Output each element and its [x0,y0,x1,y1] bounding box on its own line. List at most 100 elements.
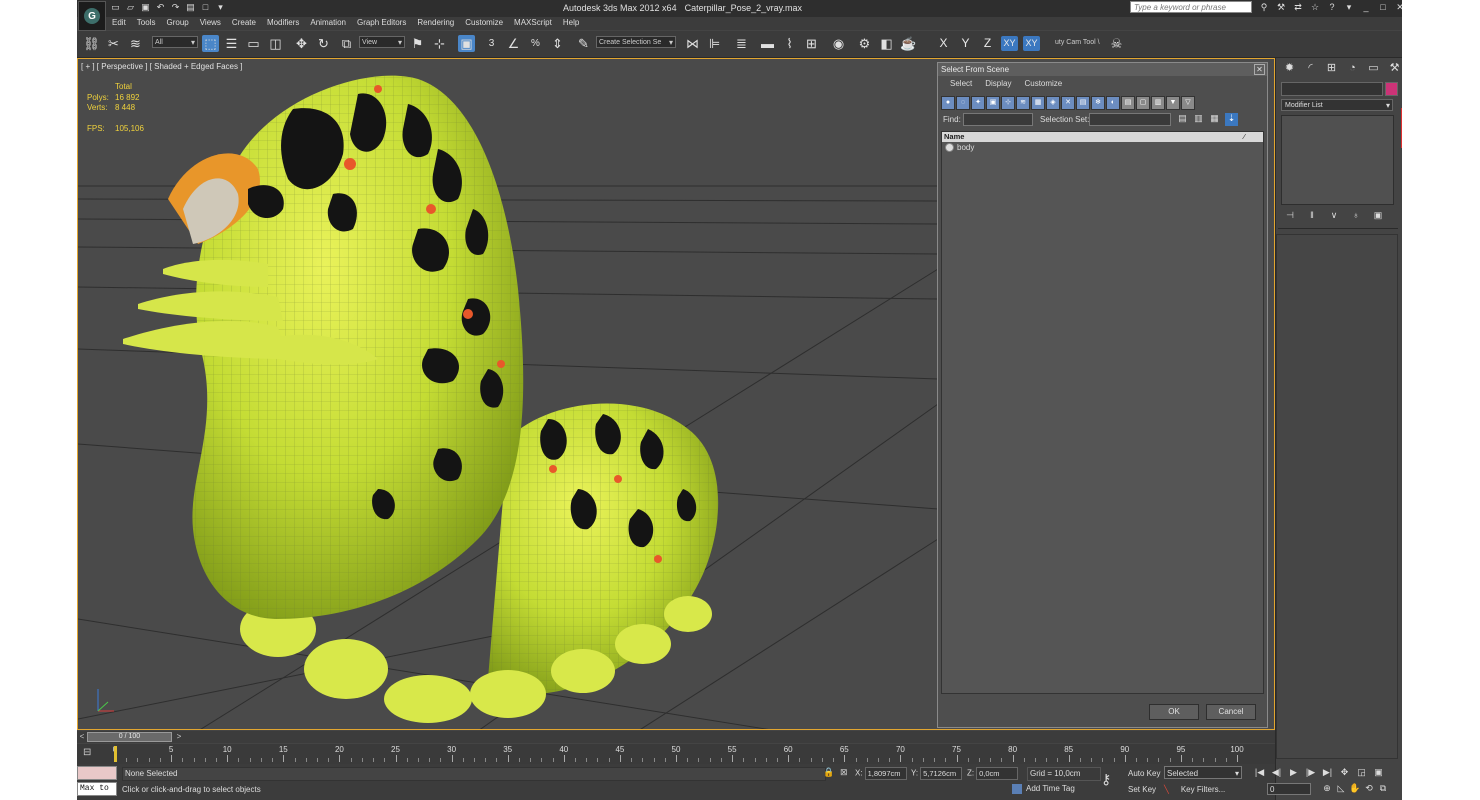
select-none-icon[interactable]: ▥ [1192,113,1205,126]
ok-button[interactable]: OK [1149,704,1199,720]
motion-tab-icon[interactable]: ◔ [1345,61,1360,76]
dialog-menu-customize[interactable]: Customize [1024,79,1062,88]
modify-tab-icon[interactable]: ◜ [1303,61,1318,76]
render-teapot-icon[interactable]: ☕ [900,35,917,52]
maximize-viewport-icon[interactable]: ⧉ [1377,783,1389,794]
go-to-end-icon[interactable]: ▶| [1321,767,1334,778]
star-icon[interactable]: ☆ [1310,2,1320,13]
edit-named-selection-icon[interactable]: ✎ [575,35,592,52]
column-header-name[interactable]: Name ⁄ [942,132,1263,142]
current-frame-field[interactable]: 0 [1267,783,1311,795]
filter-icon[interactable]: ▼ [1166,96,1180,110]
display-bones-icon[interactable]: ✕ [1061,96,1075,110]
caterpillar-mesh[interactable] [123,75,719,723]
maximize-icon[interactable]: □ [1378,2,1388,13]
next-frame-icon[interactable]: |▶ [1304,767,1317,778]
dialog-title-bar[interactable]: Select From Scene ✕ [938,63,1267,76]
scale-icon[interactable]: ⧉ [338,35,355,52]
axis-xy-button[interactable]: XY [1001,36,1018,51]
configure-modifier-sets-icon[interactable]: ▣ [1372,210,1384,221]
new-file-icon[interactable]: ▭ [110,2,121,13]
rotate-icon[interactable]: ↻ [315,35,332,52]
track-bar[interactable]: ⊟ 05101520253035404550556065707580859095… [77,744,1275,764]
display-cameras-icon[interactable]: ▣ [986,96,1000,110]
menu-animation[interactable]: Animation [310,18,346,27]
render-setup-icon[interactable]: ⚙ [856,35,873,52]
cancel-button[interactable]: Cancel [1206,704,1256,720]
key-mode-dropdown[interactable]: Selected [1164,766,1242,780]
display-hidden-icon[interactable]: ◐ [1106,96,1120,110]
select-dependents-icon[interactable]: ⇣ [1225,113,1238,126]
zoom-extents-icon[interactable]: ✥ [1338,767,1351,778]
percent-snap-icon[interactable]: % [527,35,544,52]
display-geometry-icon[interactable]: ● [941,96,955,110]
go-to-start-icon[interactable]: |◀ [1253,767,1266,778]
key-filters-button[interactable]: ╲ Key Filters... [1164,783,1242,796]
curve-editor-icon[interactable]: ⌇ [781,35,798,52]
search-input[interactable]: Type a keyword or phrase [1130,1,1252,13]
tools-icon[interactable]: ⚒ [1276,2,1286,13]
set-key-button[interactable]: Set Key [1128,784,1162,795]
display-helpers-icon[interactable]: ⊹ [1001,96,1015,110]
orbit-icon[interactable]: ⟲ [1363,783,1375,794]
menu-views[interactable]: Views [200,18,221,27]
chevron-down-icon[interactable]: ▾ [1344,2,1354,13]
menu-tools[interactable]: Tools [137,18,156,27]
display-lights-icon[interactable]: ✦ [971,96,985,110]
pin-stack-icon[interactable]: ⊣ [1284,210,1296,221]
time-slider-prev-icon[interactable]: < [77,732,87,742]
absolute-mode-icon[interactable]: ⊠ [840,767,848,778]
object-color-swatch[interactable] [1385,82,1398,96]
layer-manager-icon[interactable]: ≣ [733,35,750,52]
object-name-field[interactable] [1281,82,1383,96]
snaps-toggle-icon[interactable]: 3 [483,35,500,52]
link-icon[interactable]: ⛓ [83,35,100,52]
display-all-icon[interactable]: ▤ [1121,96,1135,110]
display-invert-icon[interactable]: ▥ [1151,96,1165,110]
binoculars-icon[interactable]: ⚲ [1259,2,1269,13]
show-end-result-icon[interactable]: ‖ [1306,210,1318,221]
skull-icon[interactable]: ☠ [1108,35,1125,52]
display-space-warps-icon[interactable]: ≋ [1016,96,1030,110]
open-file-icon[interactable]: ▱ [125,2,136,13]
viewport-label[interactable]: [ + ] [ Perspective ] [ Shaded + Edged F… [81,62,242,71]
align-icon[interactable]: ⊫ [706,35,723,52]
utility-cam-tool-label[interactable]: uty Cam Tool \ [1055,39,1100,46]
zoom-region-icon[interactable]: ▣ [1372,767,1385,778]
app-menu-button[interactable]: G [78,1,106,31]
axis-z-button[interactable]: Z [979,36,996,51]
time-slider-next-icon[interactable]: > [174,732,184,742]
display-containers-icon[interactable]: ▤ [1076,96,1090,110]
find-input[interactable] [963,113,1033,126]
angle-snap-icon[interactable]: ∠ [505,35,522,52]
display-xrefs-icon[interactable]: ◈ [1046,96,1060,110]
maxscript-mini-input[interactable]: Max to [77,782,117,796]
display-frozen-icon[interactable]: ❄ [1091,96,1105,110]
play-icon[interactable]: ▶ [1287,767,1300,778]
material-editor-icon[interactable]: ◉ [830,35,847,52]
axis-y-button[interactable]: Y [957,36,974,51]
create-tab-icon[interactable]: ✹ [1282,61,1297,76]
reference-coordinate-dropdown[interactable]: View [359,36,405,49]
pivot-center-icon[interactable]: ⚑ [409,35,426,52]
mini-curve-editor-icon[interactable]: ⊟ [83,747,97,759]
selection-filter-dropdown[interactable]: All [152,36,198,49]
dialog-menu-select[interactable]: Select [950,79,972,88]
remove-modifier-icon[interactable]: ♁ [1350,210,1362,221]
key-icon[interactable]: ⚷ [1101,771,1111,788]
axis-xy-constraint-button[interactable]: XY [1023,36,1040,51]
named-selection-set-dropdown[interactable]: Create Selection Se [596,36,676,49]
auto-key-button[interactable]: Auto Key [1128,768,1162,779]
select-invert-icon[interactable]: ▦ [1208,113,1221,126]
graphite-ribbon-icon[interactable]: ▬ [759,35,776,52]
display-tab-icon[interactable]: ▭ [1366,61,1381,76]
mirror-icon[interactable]: ⋈ [684,35,701,52]
filter-options-icon[interactable]: ▽ [1181,96,1195,110]
menu-create[interactable]: Create [232,18,256,27]
menu-rendering[interactable]: Rendering [417,18,454,27]
menu-help[interactable]: Help [563,18,579,27]
window-crossing-icon[interactable]: ◫ [267,35,284,52]
list-item[interactable]: body [942,142,1263,153]
rendered-frame-window-icon[interactable]: ◧ [878,35,895,52]
field-of-view-icon[interactable]: ◺ [1335,783,1347,794]
